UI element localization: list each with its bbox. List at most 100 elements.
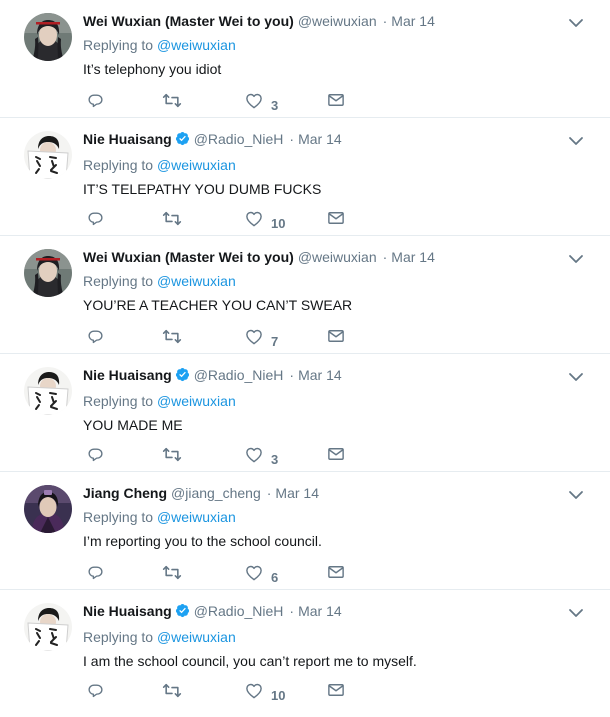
direct-message-icon [327,210,345,231]
tweet-content: Nie Huaisang @Radio_NieH · Mar 14 Replying … [83,130,570,198]
retweet-button[interactable] [162,682,182,704]
reply-icon [87,328,104,350]
like-count: 3 [271,97,279,113]
replying-to-label: Replying to [83,37,154,53]
user-handle[interactable]: @weiwuxian [298,249,377,265]
like-button[interactable]: 10 [245,210,285,232]
direct-message-button[interactable] [327,328,345,349]
like-button[interactable]: 10 [245,682,285,704]
timeline: Wei Wuxian (Master Wei to you) @weiwuxian… [0,0,610,708]
avatar[interactable] [24,249,72,297]
like-button[interactable]: 7 [245,328,278,350]
user-handle[interactable]: @Radio_NieH [194,603,284,619]
mention-link[interactable]: @weiwuxian [157,157,236,173]
reply-button[interactable] [87,210,104,232]
tweet-header: Wei Wuxian (Master Wei to you) @weiwuxian… [83,12,570,30]
separator-dot: · [289,603,295,619]
user-handle[interactable]: @Radio_NieH [194,131,284,147]
mention-link[interactable]: @weiwuxian [157,393,236,409]
mention-link[interactable]: @weiwuxian [157,37,236,53]
display-name[interactable]: Nie Huaisang [83,367,172,383]
direct-message-button[interactable] [327,564,345,585]
direct-message-button[interactable] [327,92,345,113]
retweet-button[interactable] [162,92,182,114]
like-button[interactable]: 3 [245,446,278,468]
chevron-down-icon[interactable] [568,370,584,388]
direct-message-button[interactable] [327,682,345,703]
user-handle[interactable]: @Radio_NieH [194,367,284,383]
tweet-timestamp[interactable]: Mar 14 [391,249,435,265]
like-icon [245,210,263,232]
reply-icon [87,92,104,114]
like-icon [245,446,263,468]
retweet-icon [162,328,182,350]
like-count: 10 [271,687,286,703]
like-button[interactable]: 6 [245,564,278,586]
reply-icon [87,446,104,468]
replying-to-line: Replying to @weiwuxian [83,508,570,526]
retweet-button[interactable] [162,564,182,586]
display-name[interactable]: Wei Wuxian (Master Wei to you) [83,249,294,265]
avatar[interactable] [24,13,72,61]
like-icon [245,682,263,704]
chevron-down-icon[interactable] [568,488,584,506]
tweet-1[interactable]: Wei Wuxian (Master Wei to you) @weiwuxian… [0,0,610,118]
retweet-button[interactable] [162,210,182,232]
tweet-3[interactable]: Wei Wuxian (Master Wei to you) @weiwuxian… [0,236,610,354]
like-icon [245,92,263,114]
tweet-content: Nie Huaisang @Radio_NieH · Mar 14 Replying … [83,366,570,434]
display-name[interactable]: Wei Wuxian (Master Wei to you) [83,13,294,29]
tweet-header: Wei Wuxian (Master Wei to you) @weiwuxian… [83,248,570,266]
avatar[interactable] [24,603,72,651]
display-name[interactable]: Nie Huaisang [83,603,172,619]
user-handle[interactable]: @weiwuxian [298,13,377,29]
tweet-actions: 10 [87,682,347,704]
tweet-actions: 7 [87,328,347,350]
reply-button[interactable] [87,564,104,586]
like-count: 6 [271,569,279,585]
reply-button[interactable] [87,92,104,114]
reply-button[interactable] [87,682,104,704]
like-icon [245,328,263,350]
direct-message-button[interactable] [327,446,345,467]
direct-message-button[interactable] [327,210,345,231]
reply-button[interactable] [87,446,104,468]
tweet-5[interactable]: Jiang Cheng @jiang_cheng · Mar 14 Replying … [0,472,610,590]
retweet-button[interactable] [162,328,182,350]
like-button[interactable]: 3 [245,92,278,114]
mention-link[interactable]: @weiwuxian [157,629,236,645]
tweet-text: IT’S TELEPATHY YOU DUMB FUCKS [83,181,322,197]
tweet-text: I am the school council, you can’t repor… [83,653,417,669]
display-name[interactable]: Nie Huaisang [83,131,172,147]
retweet-button[interactable] [162,446,182,468]
replying-to-label: Replying to [83,509,154,525]
user-handle[interactable]: @jiang_cheng [171,485,261,501]
tweet-2[interactable]: Nie Huaisang @Radio_NieH · Mar 14 Replying … [0,118,610,236]
tweet-content: Wei Wuxian (Master Wei to you) @weiwuxian… [83,12,570,78]
chevron-down-icon[interactable] [568,606,584,624]
tweet-timestamp[interactable]: Mar 14 [298,367,342,383]
tweet-timestamp[interactable]: Mar 14 [298,603,342,619]
mention-link[interactable]: @weiwuxian [157,509,236,525]
chevron-down-icon[interactable] [568,134,584,152]
tweet-timestamp[interactable]: Mar 14 [275,485,319,501]
like-count: 10 [271,215,286,231]
chevron-down-icon[interactable] [568,252,584,270]
tweet-6[interactable]: Nie Huaisang @Radio_NieH · Mar 14 Replying … [0,590,610,708]
avatar[interactable] [24,485,72,533]
tweet-timestamp[interactable]: Mar 14 [298,131,342,147]
tweet-timestamp[interactable]: Mar 14 [391,13,435,29]
tweet-4[interactable]: Nie Huaisang @Radio_NieH · Mar 14 Replying … [0,354,610,472]
replying-to-label: Replying to [83,157,154,173]
avatar[interactable] [24,131,72,179]
tweet-text: I’m reporting you to the school council. [83,533,322,549]
reply-button[interactable] [87,328,104,350]
display-name[interactable]: Jiang Cheng [83,485,167,501]
replying-to-line: Replying to @weiwuxian [83,392,570,410]
mention-link[interactable]: @weiwuxian [157,273,236,289]
tweet-text: YOU MADE ME [83,417,183,433]
avatar[interactable] [24,367,72,415]
reply-icon [87,564,104,586]
reply-icon [87,210,104,232]
chevron-down-icon[interactable] [568,16,584,34]
